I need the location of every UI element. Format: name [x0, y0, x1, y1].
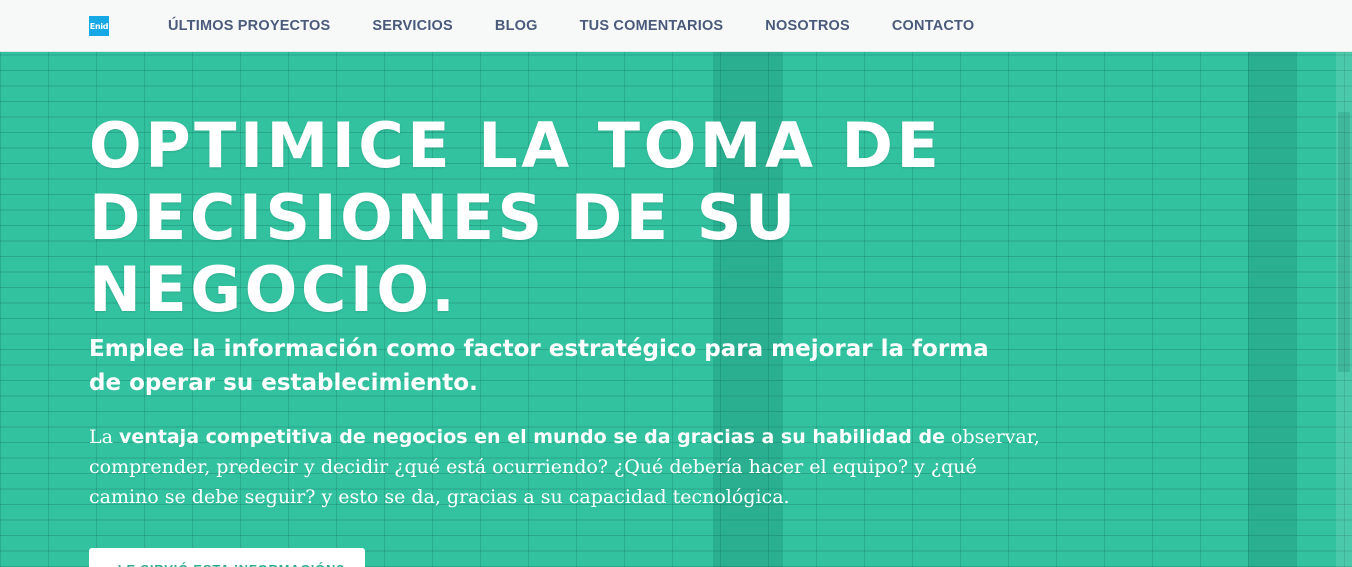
hero-title-line-2: DECISIONES DE SU NEGOCIO.	[89, 181, 799, 326]
hero-body-prefix: La	[89, 426, 119, 448]
hero-body: La ventaja competitiva de negocios en el…	[89, 422, 1049, 512]
hero-title-line-1: OPTIMICE LA TOMA DE	[89, 109, 943, 182]
nav-item-tus-comentarios[interactable]: TUS COMENTARIOS	[580, 18, 724, 34]
nav-item-ultimos-proyectos[interactable]: ÚLTIMOS PROYECTOS	[168, 18, 330, 34]
brand-logo[interactable]: Enid	[89, 16, 109, 36]
nav-item-blog[interactable]: BLOG	[495, 18, 538, 34]
logo-text: Enid	[89, 21, 109, 31]
nav-item-contacto[interactable]: CONTACTO	[892, 18, 974, 34]
hero-subtitle: Emplee la información como factor estrat…	[89, 336, 989, 396]
main-nav: ÚLTIMOS PROYECTOS SERVICIOS BLOG TUS COM…	[168, 0, 1016, 52]
hero-section: OPTIMICE LA TOMA DE DECISIONES DE SU NEG…	[89, 110, 1069, 567]
nav-item-servicios[interactable]: SERVICIOS	[372, 18, 453, 34]
hero-body-bold: ventaja competitiva de negocios en el mu…	[118, 426, 945, 448]
nav-item-nosotros[interactable]: NOSOTROS	[765, 18, 850, 34]
hero-title: OPTIMICE LA TOMA DE DECISIONES DE SU NEG…	[89, 110, 1069, 326]
scrollbar-thumb[interactable]	[1338, 112, 1350, 372]
feedback-cta-button[interactable]: ¿LE SIRVIÓ ESTA INFORMACIÓN?	[89, 548, 365, 567]
top-navbar: Enid ÚLTIMOS PROYECTOS SERVICIOS BLOG TU…	[0, 0, 1352, 52]
background-highlight-column	[1248, 52, 1296, 567]
page-scrollbar[interactable]	[1336, 52, 1352, 567]
